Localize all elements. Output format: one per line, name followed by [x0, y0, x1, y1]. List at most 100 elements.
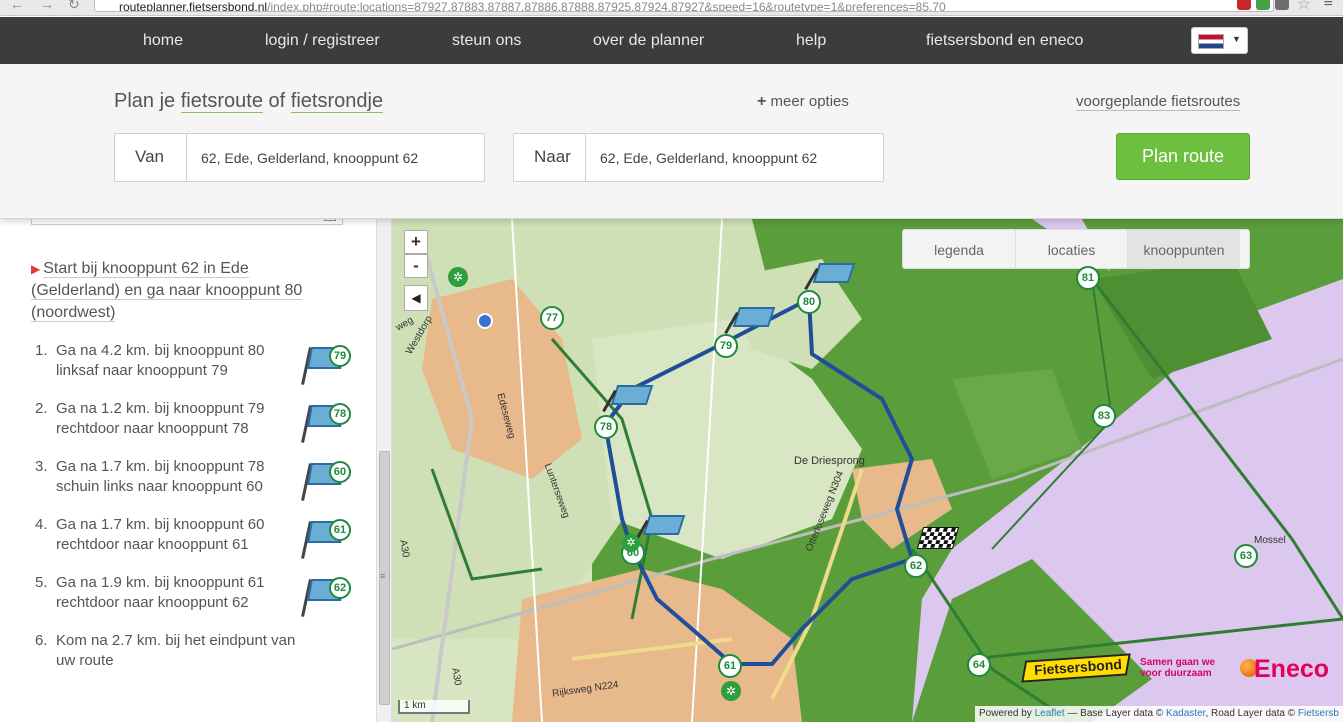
place-label: De Driesprong — [794, 455, 865, 467]
tab-locaties[interactable]: locaties — [1016, 230, 1128, 268]
minimize-icon[interactable] — [324, 219, 336, 221]
nav-eneco[interactable]: fietsersbond en eneco — [926, 32, 1083, 50]
fietsersbond-logo[interactable]: Fietsersbond — [1021, 651, 1136, 685]
preplanned-routes-link[interactable]: voorgeplande fietsroutes — [1076, 93, 1241, 111]
collapse-sidebar-button[interactable]: ◀ — [404, 285, 428, 311]
eneco-slogan: Samen gaan we voor duurzaam — [1140, 657, 1216, 679]
attribution-road: , Road Layer data © — [1205, 708, 1296, 719]
step-line: uw route — [56, 652, 114, 669]
to-input[interactable] — [586, 134, 882, 181]
plan-route-button[interactable]: Plan route — [1116, 133, 1250, 180]
back-icon[interactable]: ← — [10, 0, 24, 12]
node-marker[interactable]: 63 — [1234, 544, 1258, 568]
recreation-icon[interactable]: ✲ — [448, 267, 468, 287]
step-number: 4. — [35, 516, 48, 533]
step-line: linksaf naar knooppunt 79 — [56, 362, 228, 379]
red-triangle-icon: ▶ — [31, 262, 41, 276]
node-marker[interactable]: 62 — [904, 554, 928, 578]
grip-icon: ≡ — [380, 571, 386, 581]
dutch-flag-icon — [1198, 34, 1224, 49]
extension-icon[interactable] — [1237, 0, 1251, 10]
map-attribution: Powered by Leaflet — Base Layer data © K… — [975, 706, 1343, 722]
title-prefix: Plan je — [114, 90, 176, 112]
node-marker[interactable]: 79 — [714, 334, 738, 358]
more-options-label: meer opties — [770, 93, 849, 110]
kadaster-link[interactable]: Kadaster — [1166, 708, 1205, 719]
step-line: Ga na 1.9 km. bij knooppunt 61 — [56, 574, 265, 591]
eneco-name: Eneco — [1254, 655, 1330, 683]
route-start-text: ▶ Start bij knooppunt 62 in Ede (Gelderla… — [31, 258, 331, 324]
recreation-icon[interactable]: ✲ — [721, 681, 741, 701]
address-bar[interactable]: routeplanner.fietsersbond.nl/index.php#r… — [94, 0, 1274, 12]
node-badge: 62 — [329, 577, 351, 599]
url-path: /index.php#route:locations=87927,87883,8… — [267, 0, 946, 12]
browser-chrome: ← → ↻ routeplanner.fietsersbond.nl/index… — [0, 0, 1343, 16]
node-badge: 79 — [329, 345, 351, 367]
attribution-base: — Base Layer data © — [1067, 708, 1164, 719]
map-base — [392, 219, 1343, 722]
route-step: 6. Kom na 2.7 km. bij het eindpunt van uw… — [35, 631, 355, 681]
step-number: 3. — [35, 458, 48, 475]
node-badge: 61 — [329, 519, 351, 541]
zoom-out-button[interactable]: - — [404, 254, 428, 278]
map-tabs: legenda locaties knooppunten — [902, 229, 1250, 269]
step-line: Ga na 1.2 km. bij knooppunt 79 — [56, 400, 265, 417]
node-marker[interactable]: 80 — [797, 290, 821, 314]
from-field: Van — [114, 133, 485, 182]
route-map[interactable]: + - ◀ legenda locaties knooppunten 80 79… — [392, 219, 1343, 722]
bookmark-star-icon[interactable]: ☆ — [1297, 0, 1311, 14]
nav-support[interactable]: steun ons — [452, 32, 521, 50]
step-line: rechtdoor naar knooppunt 61 — [56, 536, 249, 553]
eneco-logo[interactable]: Samen gaan we voor duurzaam Eneco — [1140, 655, 1340, 689]
leaflet-link[interactable]: Leaflet — [1035, 708, 1065, 719]
step-number: 1. — [35, 342, 48, 359]
nav-help[interactable]: help — [796, 32, 826, 50]
tab-legenda[interactable]: legenda — [903, 230, 1016, 268]
start-text-body: Start bij knooppunt 62 in Ede (Gelderlan… — [31, 260, 303, 322]
node-marker[interactable]: 78 — [594, 415, 618, 439]
node-badge: 60 — [329, 461, 351, 483]
from-input[interactable] — [187, 134, 483, 181]
zoom-in-button[interactable]: + — [404, 230, 428, 254]
node-marker[interactable]: 77 — [540, 306, 564, 330]
step-line: schuin links naar knooppunt 60 — [56, 478, 263, 495]
menu-icon[interactable]: ≡ — [1324, 0, 1333, 12]
route-step: 5. Ga na 1.9 km. bij knooppunt 61 rechtdo… — [35, 573, 355, 623]
node-marker[interactable]: 61 — [718, 654, 742, 678]
node-marker[interactable]: 64 — [967, 653, 991, 677]
step-number: 2. — [35, 400, 48, 417]
route-step: 2. Ga na 1.2 km. bij knooppunt 79 rechtdo… — [35, 399, 355, 449]
more-options-link[interactable]: + meer opties — [757, 93, 849, 111]
recreation-icon[interactable]: ✲ — [622, 534, 640, 552]
to-label: Naar — [514, 134, 586, 181]
extension-icon[interactable] — [1256, 0, 1270, 10]
title-loop-link[interactable]: fietsrondje — [290, 90, 384, 113]
nav-login[interactable]: login / registreer — [265, 32, 380, 50]
title-route-link[interactable]: fietsroute — [180, 90, 263, 113]
attribution-powered: Powered by — [979, 708, 1032, 719]
nav-home[interactable]: home — [143, 32, 183, 50]
place-label: Mossel — [1254, 535, 1286, 546]
route-step: 4. Ga na 1.7 km. bij knooppunt 60 rechtdo… — [35, 515, 355, 565]
node-marker[interactable]: 83 — [1092, 404, 1116, 428]
fietsersbond-link[interactable]: Fietsersb — [1298, 708, 1339, 719]
forward-icon[interactable]: → — [40, 0, 54, 12]
plus-icon: + — [757, 93, 767, 110]
step-number: 5. — [35, 574, 48, 591]
extension-icon[interactable] — [1275, 0, 1289, 10]
route-step: 3. Ga na 1.7 km. bij knooppunt 78 schuin … — [35, 457, 355, 507]
node-badge: 78 — [329, 403, 351, 425]
nav-about[interactable]: over de planner — [593, 32, 704, 50]
caret-down-icon: ▼ — [1232, 34, 1241, 44]
sidebar-scrollbar[interactable]: ≡ — [376, 219, 391, 722]
node-flag-icon: 79 — [299, 343, 355, 385]
reload-icon[interactable]: ↻ — [68, 0, 80, 13]
tab-knooppunten[interactable]: knooppunten — [1128, 230, 1240, 268]
language-select[interactable]: ▼ — [1191, 27, 1248, 54]
to-field: Naar — [513, 133, 884, 182]
node-marker[interactable]: 81 — [1076, 266, 1100, 290]
step-line: Ga na 1.7 km. bij knooppunt 78 — [56, 458, 265, 475]
node-flag-icon: 61 — [299, 517, 355, 559]
route-flag-icon — [634, 515, 686, 555]
train-station-icon[interactable] — [477, 313, 493, 329]
